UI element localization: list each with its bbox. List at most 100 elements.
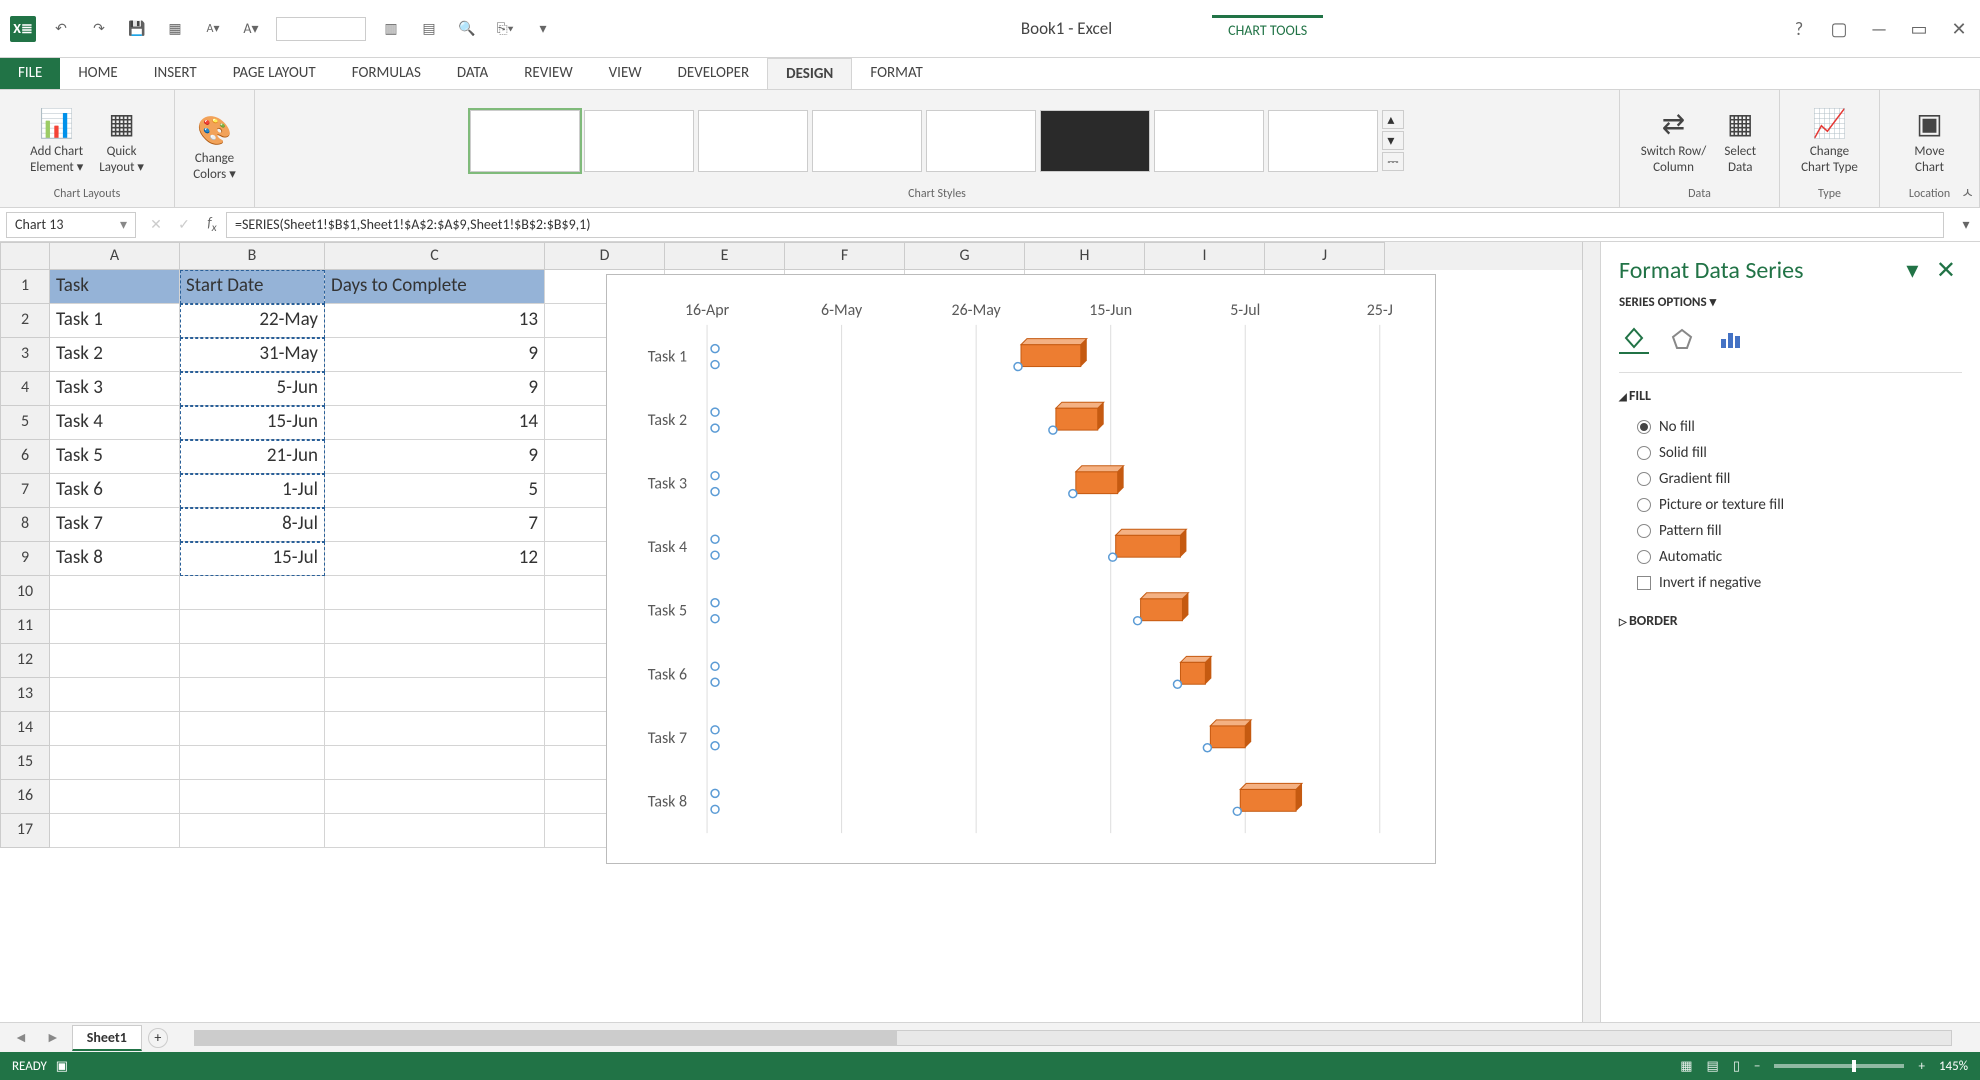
row-header[interactable]: 9 [0, 542, 50, 576]
cell[interactable]: Task 6 [50, 474, 180, 508]
qat-dropdown[interactable] [276, 17, 366, 41]
cell[interactable]: 1-Jul [180, 474, 325, 508]
fill-line-tab[interactable] [1619, 324, 1649, 354]
sheet-add-button[interactable]: + [148, 1028, 168, 1048]
cell[interactable] [180, 678, 325, 712]
cell[interactable]: Days to Complete [325, 270, 545, 304]
cell[interactable]: 9 [325, 440, 545, 474]
cell[interactable]: 15-Jun [180, 406, 325, 440]
cell[interactable]: 9 [325, 338, 545, 372]
row-header[interactable]: 11 [0, 610, 50, 644]
quick-layout-button[interactable]: ▦Quick Layout ▾ [95, 104, 148, 177]
name-box[interactable]: Chart 13▾ [6, 212, 136, 238]
row-header[interactable]: 14 [0, 712, 50, 746]
qat-btn-5[interactable]: ⎘▾ [492, 16, 518, 42]
cell[interactable] [50, 678, 180, 712]
style-gallery-more[interactable]: ⎓ [1382, 152, 1403, 171]
cell[interactable] [50, 644, 180, 678]
cell[interactable]: 7 [325, 508, 545, 542]
cell[interactable] [50, 746, 180, 780]
col-header-e[interactable]: E [665, 242, 785, 270]
cell[interactable]: 22-May [180, 304, 325, 338]
col-header-c[interactable]: C [325, 242, 545, 270]
sheet-nav-next[interactable]: ► [40, 1029, 66, 1046]
cell[interactable] [325, 610, 545, 644]
zoom-out-button[interactable]: − [1754, 1059, 1760, 1074]
cell[interactable]: 31-May [180, 338, 325, 372]
style-scroll-down[interactable]: ▾ [1382, 131, 1403, 150]
close-button[interactable]: ✕ [1948, 18, 1970, 40]
style-scroll-up[interactable]: ▴ [1382, 110, 1403, 129]
border-section-header[interactable]: BORDER [1619, 606, 1962, 635]
cell[interactable]: 15-Jul [180, 542, 325, 576]
zoom-level[interactable]: 145% [1939, 1059, 1968, 1074]
row-header[interactable]: 4 [0, 372, 50, 406]
view-normal-button[interactable]: ▦ [1680, 1059, 1692, 1074]
cell[interactable] [50, 712, 180, 746]
chart-object[interactable]: 16-Apr6-May26-May15-Jun5-Jul25-JTask 1Ta… [606, 274, 1436, 864]
qat-btn-2[interactable]: ▥ [378, 16, 404, 42]
tab-format[interactable]: FORMAT [852, 58, 940, 89]
macro-record-icon[interactable]: ▣ [56, 1059, 68, 1074]
chart-style-2[interactable] [584, 110, 694, 172]
formula-enter-button[interactable]: ✓ [170, 216, 198, 233]
row-header[interactable]: 6 [0, 440, 50, 474]
col-header-h[interactable]: H [1025, 242, 1145, 270]
qat-more-button[interactable]: ▾ [530, 16, 556, 42]
view-page-layout-button[interactable]: ▤ [1707, 1059, 1719, 1074]
col-header-f[interactable]: F [785, 242, 905, 270]
sheet-nav-prev[interactable]: ◄ [8, 1029, 34, 1046]
cell[interactable] [180, 644, 325, 678]
qat-btn-3[interactable]: ▤ [416, 16, 442, 42]
switch-row-column-button[interactable]: ⇄Switch Row/ Column [1637, 104, 1711, 177]
chart-style-1[interactable] [470, 110, 580, 172]
cell[interactable]: 8-Jul [180, 508, 325, 542]
col-header-a[interactable]: A [50, 242, 180, 270]
row-header[interactable]: 16 [0, 780, 50, 814]
cell[interactable]: Task 3 [50, 372, 180, 406]
cell[interactable]: 14 [325, 406, 545, 440]
cell[interactable] [325, 678, 545, 712]
formula-cancel-button[interactable]: ✕ [142, 216, 170, 233]
cell[interactable] [325, 576, 545, 610]
cell[interactable] [50, 814, 180, 848]
cell[interactable] [325, 814, 545, 848]
effects-tab[interactable] [1667, 324, 1697, 354]
cell[interactable]: Start Date [180, 270, 325, 304]
row-header[interactable]: 8 [0, 508, 50, 542]
row-header[interactable]: 1 [0, 270, 50, 304]
cell[interactable] [180, 712, 325, 746]
cell[interactable]: Task [50, 270, 180, 304]
cell[interactable]: 5-Jun [180, 372, 325, 406]
series-options-tab[interactable] [1715, 324, 1745, 354]
col-header-g[interactable]: G [905, 242, 1025, 270]
cell[interactable] [325, 712, 545, 746]
cell[interactable]: Task 8 [50, 542, 180, 576]
gantt-chart[interactable]: 16-Apr6-May26-May15-Jun5-Jul25-JTask 1Ta… [607, 275, 1435, 863]
series-options-dropdown[interactable]: SERIES OPTIONS ▾ [1619, 295, 1962, 310]
tab-design[interactable]: DESIGN [767, 58, 852, 89]
tab-review[interactable]: REVIEW [506, 58, 590, 89]
row-header[interactable]: 12 [0, 644, 50, 678]
cell[interactable] [50, 610, 180, 644]
cell[interactable] [180, 576, 325, 610]
cell[interactable] [50, 576, 180, 610]
horizontal-scrollbar[interactable] [194, 1030, 1952, 1046]
help-button[interactable]: ? [1788, 18, 1810, 40]
tab-file[interactable]: FILE [0, 58, 60, 89]
change-colors-button[interactable]: 🎨Change Colors ▾ [189, 111, 240, 184]
col-header-j[interactable]: J [1265, 242, 1385, 270]
tab-insert[interactable]: INSERT [136, 58, 215, 89]
format-pane-options-button[interactable]: ▾ [1900, 256, 1924, 285]
row-header[interactable]: 5 [0, 406, 50, 440]
cell[interactable]: 9 [325, 372, 545, 406]
move-chart-button[interactable]: ▣Move Chart [1908, 104, 1952, 177]
tab-developer[interactable]: DEVELOPER [660, 58, 768, 89]
ribbon-display-button[interactable]: ▢ [1828, 18, 1850, 40]
tab-view[interactable]: VIEW [591, 58, 660, 89]
fill-invert-checkbox[interactable]: Invert if negative [1637, 570, 1962, 596]
add-chart-element-button[interactable]: 📊Add Chart Element ▾ [26, 104, 87, 177]
fill-automatic-radio[interactable]: Automatic [1637, 544, 1962, 570]
row-header[interactable]: 7 [0, 474, 50, 508]
formula-input[interactable]: =SERIES(Sheet1!$B$1,Sheet1!$A$2:$A$9,She… [226, 212, 1944, 238]
